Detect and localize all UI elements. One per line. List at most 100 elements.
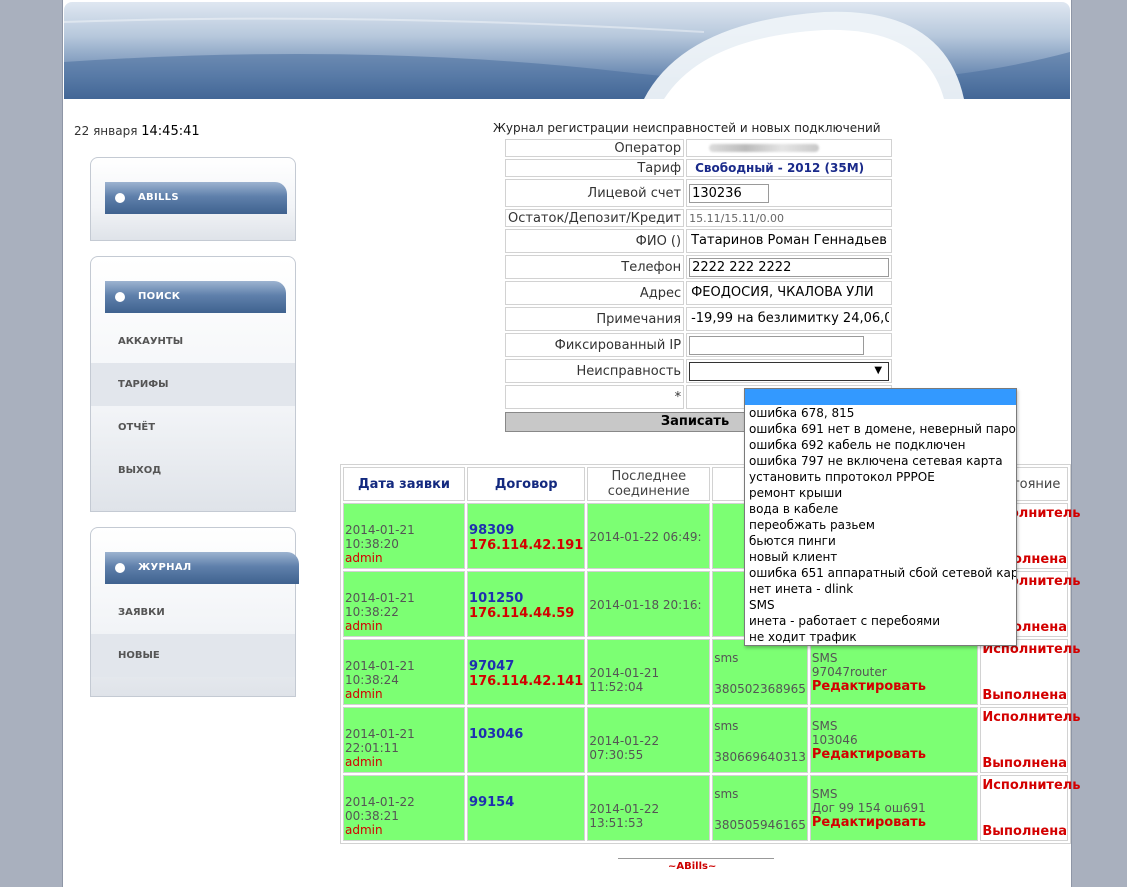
last-connection: 2014-01-22 13:51:53: [589, 802, 660, 830]
contact-phone: 380502368965: [714, 682, 806, 696]
request-comment: Дог 99 154 ош691: [811, 801, 926, 815]
journal-menu: ЖУРНАЛ ЗАЯВКИ НОВЫЕ: [90, 527, 299, 697]
contact-phone: 380669640313: [714, 750, 806, 764]
dropdown-option[interactable]: ошибка 691 нет в домене, неверный пароль: [745, 421, 1016, 437]
contract-link[interactable]: 103046: [469, 727, 583, 742]
menu-item-requests[interactable]: ЗАЯВКИ: [91, 591, 295, 634]
dropdown-option[interactable]: переобжать разьем: [745, 517, 1016, 533]
contact-phone: 380505946165: [714, 818, 806, 832]
ip-address: 176.114.42.191: [469, 538, 584, 553]
executor-link[interactable]: Исполнитель: [982, 710, 1080, 725]
bullet-icon: [115, 292, 125, 302]
tariff-label: Тариф: [505, 159, 685, 177]
status-done: Выполнена: [982, 688, 1067, 703]
contract-link[interactable]: 97047: [469, 659, 583, 674]
phone-label: Телефон: [505, 255, 685, 279]
col-header-contract[interactable]: Договор: [467, 467, 586, 501]
notes-input[interactable]: -19,99 на безлимитку 24,06,0: [689, 309, 890, 329]
dropdown-option[interactable]: ремонт крыши: [745, 485, 1016, 501]
fault-select[interactable]: ▼: [689, 361, 890, 381]
page: 22 января 14:45:41 ABILLS ПОИСК АККАУНТЫ…: [62, 0, 1081, 887]
footer-divider: [618, 858, 774, 859]
current-datetime: 22 января 14:45:41: [74, 124, 200, 139]
abills-menu: ABILLS: [90, 157, 296, 241]
dropdown-option[interactable]: нет инета - dlink: [745, 581, 1016, 597]
col-header-date[interactable]: Дата заявки: [343, 467, 466, 501]
menu-item-report[interactable]: ОТЧЁТ: [91, 406, 295, 449]
menu-head-journal[interactable]: ЖУРНАЛ: [105, 552, 299, 584]
search-menu: ПОИСК АККАУНТЫ ТАРИФЫ ОТЧЁТ ВЫХОД: [90, 256, 296, 512]
dropdown-option[interactable]: установить ппротокол PPPOE: [745, 469, 1016, 485]
dropdown-option[interactable]: [745, 389, 1016, 405]
fault-dropdown-list: ошибка 678, 815 ошибка 691 нет в домене, …: [744, 388, 1017, 646]
fixed-ip-input[interactable]: [689, 335, 865, 355]
dropdown-option[interactable]: SMS: [745, 597, 1016, 613]
menu-item-tariffs[interactable]: ТАРИФЫ: [91, 363, 295, 406]
request-fault: SMS: [811, 651, 838, 665]
dropdown-option[interactable]: вода в кабеле: [745, 501, 1016, 517]
request-date: 2014-01-21 10:38:20: [345, 523, 415, 551]
last-connection: 2014-01-18 20:16:: [589, 598, 702, 612]
table-row: 2014-01-22 00:38:21 admin 99154 2014-01-22 …: [343, 775, 1081, 841]
dropdown-option[interactable]: бьются пинги: [745, 533, 1016, 549]
request-author: admin: [345, 619, 383, 633]
notes-label: Примечания: [505, 307, 685, 331]
request-fault: SMS: [811, 719, 838, 733]
menu-item-logout[interactable]: ВЫХОД: [91, 449, 295, 492]
contract-link[interactable]: 98309: [469, 523, 583, 538]
edit-link[interactable]: Редактировать: [812, 815, 976, 830]
dropdown-option[interactable]: инета - работает с перебоями: [745, 613, 1016, 629]
contact-type: sms: [714, 719, 739, 733]
menu-head-search[interactable]: ПОИСК: [105, 281, 286, 313]
request-author: admin: [345, 755, 383, 769]
contact-type: sms: [714, 651, 739, 665]
dropdown-option[interactable]: ошибка 651 аппаратный сбой сетевой карты: [745, 565, 1016, 581]
status-done: Выполнена: [982, 824, 1067, 839]
dropdown-option[interactable]: новый клиент: [745, 549, 1016, 565]
fixed-ip-label: Фиксированный IP: [505, 333, 685, 357]
menu-head-abills[interactable]: ABILLS: [105, 182, 287, 214]
dropdown-option[interactable]: ошибка 692 кабель не подключен: [745, 437, 1016, 453]
menu-item-new[interactable]: НОВЫЕ: [91, 634, 295, 677]
dropdown-option[interactable]: не ходит трафик: [745, 629, 1016, 645]
last-connection: 2014-01-22 06:49:: [589, 530, 702, 544]
blurred-operator-name: [709, 144, 820, 152]
operator-value: [686, 139, 893, 157]
bullet-icon: [115, 563, 125, 573]
edit-link[interactable]: Редактировать: [812, 747, 976, 762]
account-label: Лицевой счет: [505, 179, 685, 207]
date-label: 22 января: [74, 124, 138, 138]
col-header-last-connection[interactable]: Последнее соединение: [587, 467, 711, 501]
account-input[interactable]: 130236: [689, 183, 770, 203]
bullet-icon: [115, 193, 125, 203]
fio-input[interactable]: Татаринов Роман Геннадьев: [689, 231, 890, 251]
menu-head-label: ЖУРНАЛ: [138, 562, 192, 573]
request-author: admin: [345, 823, 383, 837]
contract-link[interactable]: 99154: [469, 795, 583, 810]
edit-link[interactable]: Редактировать: [812, 679, 976, 694]
header-banner: [64, 2, 1070, 99]
balance-value: 15.11/15.11/0.00: [686, 209, 893, 227]
request-date: 2014-01-21 22:01:11: [345, 727, 415, 755]
footer-link[interactable]: ~ABills~: [668, 861, 716, 872]
request-author: admin: [345, 551, 383, 565]
request-date: 2014-01-21 10:38:22: [345, 591, 415, 619]
dropdown-option[interactable]: ошибка 797 не включена сетевая карта: [745, 453, 1016, 469]
dropdown-option[interactable]: ошибка 678, 815: [745, 405, 1016, 421]
menu-item-accounts[interactable]: АККАУНТЫ: [91, 320, 295, 363]
contract-link[interactable]: 101250: [469, 591, 583, 606]
request-comment: 97047router: [811, 665, 887, 679]
operator-label: Оператор: [505, 139, 685, 157]
menu-head-label: ПОИСК: [138, 291, 181, 302]
request-date: 2014-01-22 00:38:21: [345, 795, 415, 823]
executor-link[interactable]: Исполнитель: [982, 778, 1080, 793]
request-author: admin: [345, 687, 383, 701]
table-row: 2014-01-21 10:38:24 admin 97047 176.114.42.…: [343, 639, 1081, 705]
fio-label: ФИО (): [505, 229, 685, 253]
phone-input[interactable]: 2222 222 2222: [689, 257, 890, 277]
menu-head-label: ABILLS: [138, 192, 179, 203]
address-input[interactable]: ФЕОДОСИЯ, ЧКАЛОВА УЛИ: [689, 283, 890, 303]
request-date: 2014-01-21 10:38:24: [345, 659, 415, 687]
form-title: Журнал регистрации неисправностей и новы…: [493, 121, 881, 135]
request-fault: SMS: [811, 787, 838, 801]
